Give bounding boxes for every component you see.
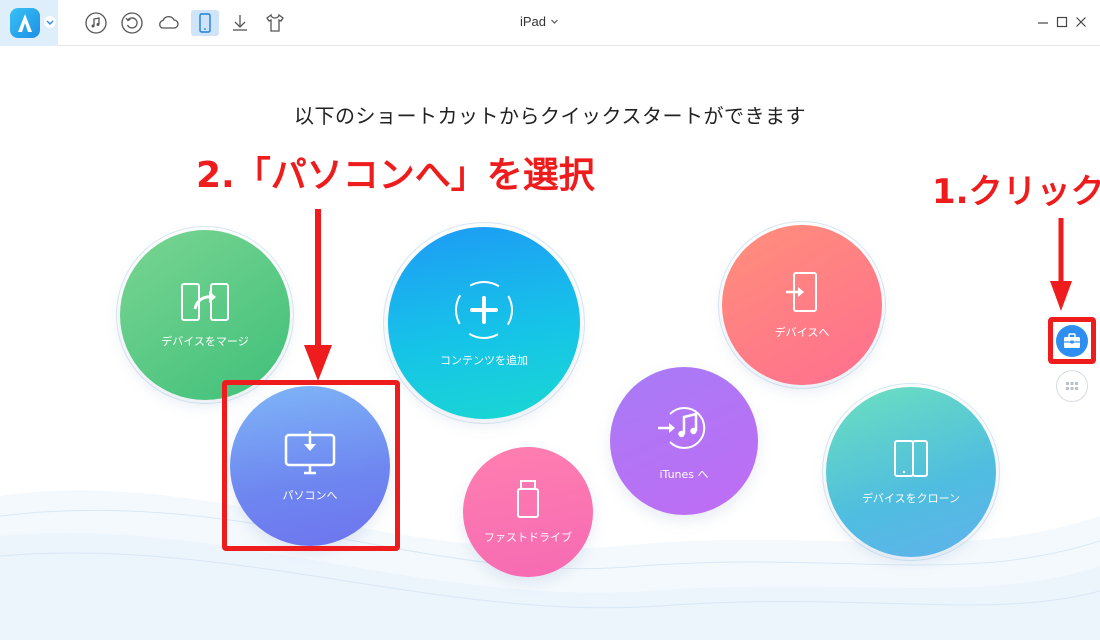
phone-icon xyxy=(199,13,211,33)
maximize-icon[interactable] xyxy=(1055,14,1069,30)
music-icon[interactable] xyxy=(84,11,108,35)
merge-icon xyxy=(181,283,229,321)
to-itunes-label: iTunes へ xyxy=(659,468,709,481)
app-logo-icon xyxy=(10,8,40,38)
plus-circle-icon xyxy=(455,281,513,339)
minimize-icon[interactable] xyxy=(1036,14,1050,30)
add-content-label: コンテンツを追加 xyxy=(440,354,528,367)
chevron-down-icon xyxy=(551,19,558,24)
device-name: iPad xyxy=(520,14,547,29)
to-device-icon xyxy=(786,272,817,312)
merge-device-button[interactable]: デバイスをマージ xyxy=(120,230,290,400)
close-icon[interactable] xyxy=(1074,14,1088,30)
itunes-icon xyxy=(658,407,706,449)
phone-tab[interactable] xyxy=(191,10,219,36)
to-itunes-button[interactable]: iTunes へ xyxy=(610,367,758,515)
cloud-icon[interactable] xyxy=(156,11,180,35)
to-device-label: デバイスへ xyxy=(774,326,830,339)
clone-device-button[interactable]: デバイスをクローン xyxy=(826,387,996,557)
chevron-down-icon[interactable] xyxy=(44,16,56,28)
logo-area[interactable] xyxy=(0,0,58,46)
fast-drive-button[interactable]: ファストドライブ xyxy=(463,447,593,577)
annotation-step2: 2.「パソコンへ」を選択 xyxy=(196,155,595,196)
fast-drive-label: ファストドライブ xyxy=(484,531,572,544)
usb-drive-icon xyxy=(517,480,539,518)
to-device-button[interactable]: デバイスへ xyxy=(722,225,882,385)
arrow-down-icon xyxy=(1050,218,1072,311)
device-selector[interactable]: iPad xyxy=(520,14,580,29)
merge-device-label: デバイスをマージ xyxy=(161,335,249,348)
annotation-step1: 1.クリック xyxy=(932,172,1100,212)
grid-button[interactable] xyxy=(1056,370,1088,402)
highlight-box-to-pc xyxy=(222,380,400,551)
tshirt-icon[interactable] xyxy=(263,11,287,35)
download-icon[interactable] xyxy=(228,11,252,35)
clone-icon xyxy=(894,440,928,477)
history-icon[interactable] xyxy=(120,11,144,35)
page-heading: 以下のショートカットからクイックスタートができます xyxy=(294,104,806,128)
clone-device-label: デバイスをクローン xyxy=(861,492,961,505)
highlight-box-toolbox xyxy=(1048,317,1096,364)
grid-icon xyxy=(1066,381,1078,390)
arrow-down-icon xyxy=(304,209,332,381)
add-content-button[interactable]: コンテンツを追加 xyxy=(388,227,580,419)
top-toolbar: iPad xyxy=(0,0,1100,46)
